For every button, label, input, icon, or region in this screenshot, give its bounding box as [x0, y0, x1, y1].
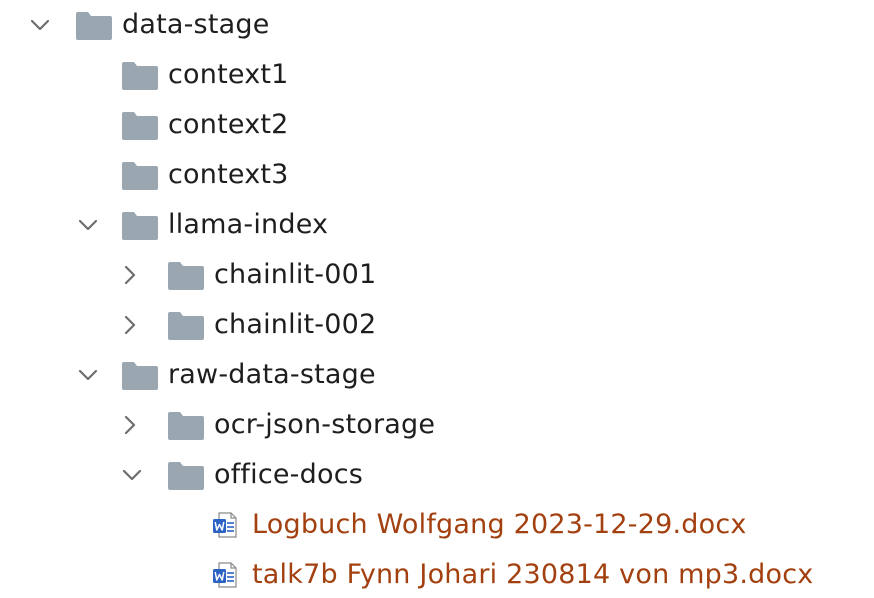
- tree-item-label: data-stage: [122, 9, 270, 40]
- chevron-right-icon[interactable]: [118, 263, 142, 287]
- folder-icon: [122, 62, 158, 90]
- tree-item-label: llama-index: [168, 209, 329, 240]
- tree-row-context1[interactable]: context1: [0, 50, 874, 100]
- folder-icon: [168, 262, 204, 290]
- tree-row-logbuch-docx[interactable]: Logbuch Wolfgang 2023-12-29.docx: [0, 500, 874, 550]
- chevron-right-icon[interactable]: [118, 413, 142, 437]
- folder-icon: [122, 212, 158, 240]
- tree-item-label: context3: [168, 159, 289, 190]
- tree-item-label: Logbuch Wolfgang 2023-12-29.docx: [252, 509, 747, 540]
- folder-icon: [122, 362, 158, 390]
- folder-icon: [122, 162, 158, 190]
- tree-row-ocr-json-storage[interactable]: ocr-json-storage: [0, 400, 874, 450]
- folder-icon: [122, 112, 158, 140]
- folder-icon: [168, 412, 204, 440]
- word-document-icon: [212, 512, 238, 538]
- chevron-right-icon[interactable]: [118, 313, 142, 337]
- tree-item-label: chainlit-002: [214, 309, 377, 340]
- tree-item-label: chainlit-001: [214, 259, 377, 290]
- tree-row-office-docs[interactable]: office-docs: [0, 450, 874, 500]
- tree-row-chainlit-001[interactable]: chainlit-001: [0, 250, 874, 300]
- tree-item-label: context1: [168, 59, 289, 90]
- chevron-down-icon[interactable]: [76, 213, 100, 237]
- tree-item-label: context2: [168, 109, 289, 140]
- tree-row-chainlit-002[interactable]: chainlit-002: [0, 300, 874, 350]
- chevron-down-icon[interactable]: [120, 463, 144, 487]
- tree-item-label: office-docs: [214, 459, 363, 490]
- folder-icon: [76, 12, 112, 40]
- tree-item-label: raw-data-stage: [168, 359, 376, 390]
- tree-row-data-stage[interactable]: data-stage: [0, 0, 874, 50]
- project-file-tree: data-stage context1 context2 context3 ll…: [0, 0, 874, 598]
- word-document-icon: [212, 562, 238, 588]
- tree-row-talk7b-docx[interactable]: talk7b Fynn Johari 230814 von mp3.docx: [0, 550, 874, 598]
- tree-row-context2[interactable]: context2: [0, 100, 874, 150]
- tree-row-llama-index[interactable]: llama-index: [0, 200, 874, 250]
- tree-row-raw-data-stage[interactable]: raw-data-stage: [0, 350, 874, 400]
- folder-icon: [168, 462, 204, 490]
- tree-item-label: ocr-json-storage: [214, 409, 436, 440]
- folder-icon: [168, 312, 204, 340]
- chevron-down-icon[interactable]: [28, 13, 52, 37]
- tree-row-context3[interactable]: context3: [0, 150, 874, 200]
- tree-item-label: talk7b Fynn Johari 230814 von mp3.docx: [252, 559, 814, 590]
- chevron-down-icon[interactable]: [76, 363, 100, 387]
